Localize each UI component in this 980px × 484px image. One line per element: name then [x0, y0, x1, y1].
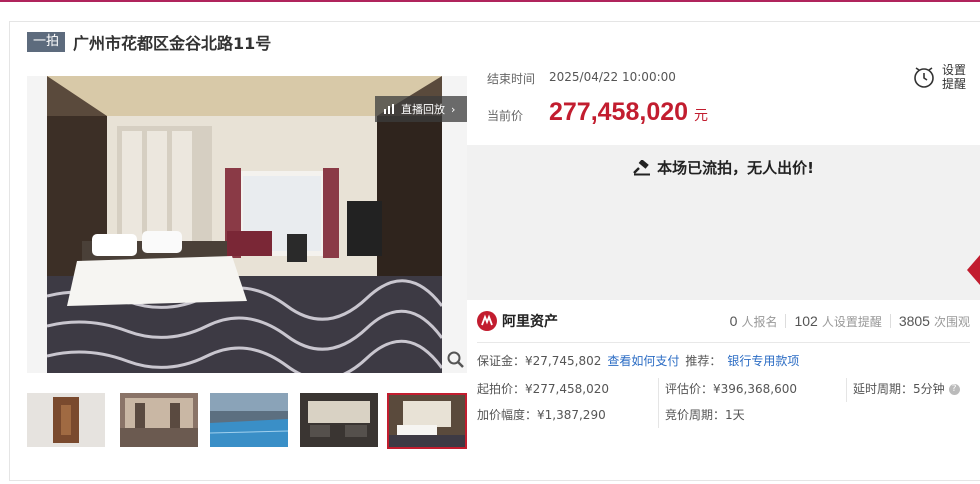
thumbnail-2[interactable] [120, 393, 198, 447]
current-price-row: 当前价 277,458,020 元 [487, 98, 708, 127]
side-toggle-arrow[interactable] [967, 255, 980, 285]
current-price-label: 当前价 [487, 109, 524, 123]
appraisal-price: 评估价：¥396,368,600 [665, 382, 797, 396]
bidding-cycle: 竞价周期：1天 [665, 408, 745, 422]
chart-bars-icon [384, 104, 394, 114]
end-time-row: 结束时间 2025/04/22 10:00:00 [487, 70, 676, 87]
ali-asset-logo-icon [477, 311, 497, 331]
signup-count: 0 [729, 313, 738, 329]
gavel-icon [633, 159, 651, 175]
divider [785, 314, 787, 328]
view-label: 次围观 [933, 314, 970, 329]
current-price-value: 277,458,020 [549, 98, 689, 126]
view-count: 3805 [898, 313, 930, 329]
platform-row: 阿里资产 0 人报名 102 人设置提醒 3805 次围观 [477, 306, 970, 336]
title-row: 一拍 广州市花都区金谷北路11号 [27, 31, 271, 53]
thumbnail-1[interactable] [27, 393, 105, 447]
divider [889, 314, 891, 328]
delay-cycle: 延时周期：5分钟? [853, 380, 960, 397]
delay-cycle-text: 延时周期：5分钟 [853, 382, 945, 396]
chevron-right-icon: › [451, 102, 456, 116]
top-accent-line [0, 0, 980, 2]
thumbnail-strip [27, 393, 467, 449]
set-reminder-button[interactable]: 设置 提醒 [912, 60, 974, 94]
auction-status-panel: 本场已流拍，无人出价! [467, 145, 980, 300]
auction-round-badge: 一拍 [27, 32, 66, 52]
alarm-clock-icon [914, 67, 934, 88]
price-unit: 元 [694, 108, 709, 124]
zoom-icon[interactable] [446, 350, 466, 370]
live-replay-button[interactable]: 直播回放 › [375, 96, 467, 122]
auction-stats: 0 人报名 102 人设置提醒 3805 次围观 [730, 313, 970, 330]
platform-name: 阿里资产 [502, 314, 558, 330]
recommend-label: 推荐： [685, 354, 722, 368]
page-title: 广州市花都区金谷北路11号 [73, 34, 272, 53]
how-to-pay-link[interactable]: 查看如何支付 [607, 352, 679, 369]
end-time-label: 结束时间 [487, 72, 536, 86]
thumbnail-4[interactable] [300, 393, 378, 447]
help-icon[interactable]: ? [948, 384, 960, 395]
reminder-label: 人设置提醒 [821, 314, 882, 329]
deposit-row: 保证金：¥27,745,802 查看如何支付 推荐： 银行专用款项 [477, 352, 799, 369]
thumbnail-3[interactable] [210, 393, 288, 447]
auction-status: 本场已流拍，无人出价! [467, 157, 980, 178]
divider [846, 378, 847, 402]
deposit-value: 保证金：¥27,745,802 [477, 354, 602, 368]
divider [658, 378, 659, 428]
remind-label-line1: 设置 [942, 63, 967, 77]
bank-payment-link[interactable]: 银行专用款项 [727, 352, 799, 369]
auction-status-text: 本场已流拍，无人出价! [657, 159, 814, 177]
platform-logo[interactable]: 阿里资产 [477, 311, 558, 331]
bid-increment: 加价幅度：¥1,387,290 [477, 408, 606, 422]
reminder-count: 102 [794, 313, 818, 329]
signup-label: 人报名 [741, 314, 778, 329]
thumbnail-5-selected[interactable] [387, 393, 467, 449]
end-time-value: 2025/04/22 10:00:00 [549, 70, 676, 84]
divider [477, 342, 970, 343]
replay-label: 直播回放 [401, 103, 445, 116]
start-price: 起拍价：¥277,458,020 [477, 382, 609, 396]
remind-label-line2: 提醒 [942, 77, 967, 91]
